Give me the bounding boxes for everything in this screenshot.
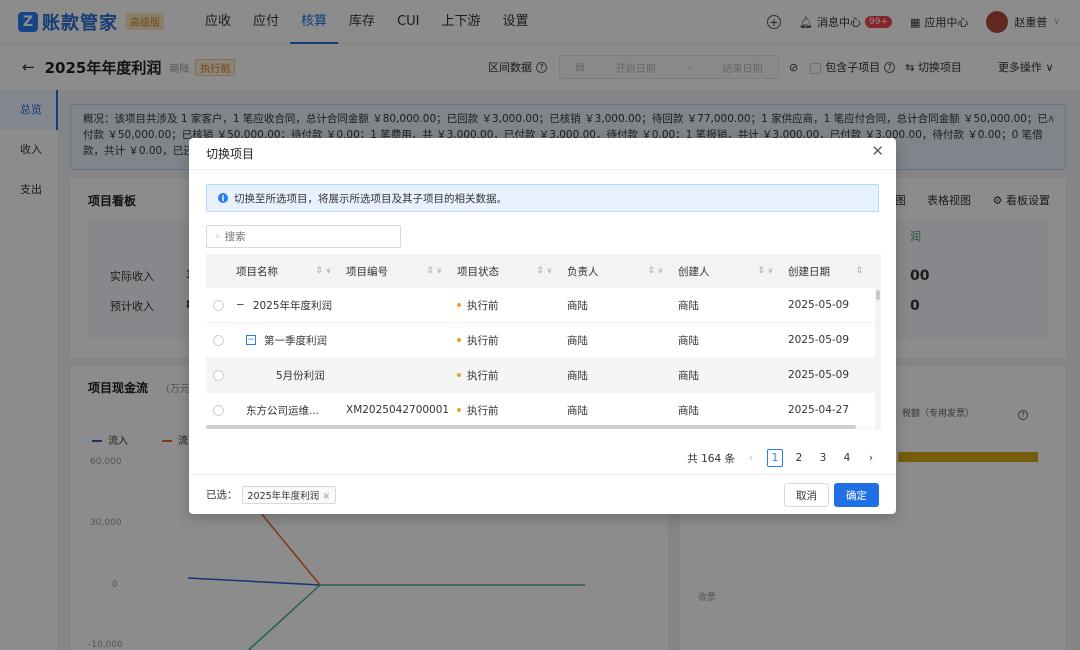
search-input[interactable] (224, 230, 385, 243)
project-name-cell: 东方公司运维... (230, 403, 340, 418)
column-header-project-name[interactable]: 项目名称 ⇕⩛ (230, 264, 340, 279)
project-status: 执行前 (467, 299, 499, 312)
created-date: 2025-05-09 (788, 369, 850, 381)
project-status: 执行前 (467, 404, 499, 417)
selected-project-tag: 2025年年度利润 × (241, 485, 337, 504)
column-label: 项目名称 (236, 265, 278, 278)
column-label: 创建日期 (788, 265, 830, 278)
switch-project-dialog: 切换项目 ✕ i 切换至所选项目，将展示所选项目及其子项目的相关数据。 ⌕ 项目… (189, 138, 896, 514)
prev-page-icon[interactable]: ‹ (743, 449, 759, 467)
page-3[interactable]: 3 (815, 449, 831, 467)
dialog-footer: 已选： 2025年年度利润 × 取消 确定 (189, 474, 896, 514)
project-owner: 商陆 (567, 369, 588, 382)
horizontal-scrollbar[interactable] (206, 425, 856, 429)
search-box[interactable]: ⌕ (206, 225, 401, 248)
sort-icon[interactable]: ⇕ (855, 266, 866, 276)
project-name-cell: − 第一季度利润 (230, 333, 340, 348)
project-status: 执行前 (467, 369, 499, 382)
project-status-cell: 执行前 (451, 333, 561, 348)
cancel-button[interactable]: 取消 (784, 483, 829, 507)
sort-filter-icon[interactable]: ⇕⩛ (536, 266, 555, 276)
project-creator: 商陆 (678, 334, 699, 347)
selected-project-name: 2025年年度利润 (247, 490, 320, 502)
page-4[interactable]: 4 (839, 449, 855, 467)
table-row[interactable]: − 第一季度利润 执行前 商陆 商陆 2025-05-09 (206, 323, 879, 358)
search-icon: ⌕ (215, 231, 221, 242)
row-radio[interactable] (206, 299, 230, 311)
sort-filter-icon[interactable]: ⇕⩛ (426, 266, 445, 276)
project-creator: 商陆 (678, 369, 699, 382)
info-text: 切换至所选项目，将展示所选项目及其子项目的相关数据。 (234, 192, 507, 205)
radio-button[interactable] (212, 334, 224, 346)
info-alert: i 切换至所选项目，将展示所选项目及其子项目的相关数据。 (206, 184, 879, 212)
project-status-cell: 执行前 (451, 403, 561, 418)
project-status-cell: 执行前 (451, 368, 561, 383)
column-label: 项目编号 (346, 265, 388, 278)
project-creator: 商陆 (678, 299, 699, 312)
page-1[interactable]: 1 (767, 449, 783, 467)
column-header-created-date[interactable]: 创建日期 ⇕ (782, 264, 872, 279)
table-row[interactable]: 5月份利润 执行前 商陆 商陆 2025-05-09 (206, 358, 879, 393)
table-row[interactable]: 东方公司运维... XM2025042700001 执行前 商陆 商陆 2025… (206, 393, 879, 428)
column-header-creator[interactable]: 创建人 ⇕⩛ (672, 264, 782, 279)
project-name: 第一季度利润 (264, 334, 327, 347)
info-icon: i (218, 193, 228, 203)
collapse-toggle-icon[interactable]: − (246, 335, 256, 345)
table-header: 项目名称 ⇕⩛ 项目编号 ⇕⩛ 项目状态 ⇕⩛ 负责人 ⇕⩛ 创建人 ⇕⩛ 创建日期 ⇕ (206, 254, 879, 288)
radio-button[interactable] (212, 369, 224, 381)
project-owner: 商陆 (567, 299, 588, 312)
project-name: 5月份利润 (276, 369, 325, 382)
created-date: 2025-05-09 (788, 334, 850, 346)
row-radio[interactable] (206, 369, 230, 381)
project-owner: 商陆 (567, 404, 588, 417)
column-header-project-status[interactable]: 项目状态 ⇕⩛ (451, 264, 561, 279)
total-count: 共 164 条 (687, 452, 735, 465)
project-creator: 商陆 (678, 404, 699, 417)
row-radio[interactable] (206, 404, 230, 416)
status-dot (457, 303, 461, 307)
sort-filter-icon[interactable]: ⇕⩛ (647, 266, 666, 276)
column-header-owner[interactable]: 负责人 ⇕⩛ (561, 264, 672, 279)
sort-filter-icon[interactable]: ⇕⩛ (315, 266, 334, 276)
project-name-cell: −2025年年度利润 (230, 298, 340, 313)
project-name-cell: 5月份利润 (230, 368, 340, 383)
radio-button[interactable] (212, 299, 224, 311)
project-status: 执行前 (467, 334, 499, 347)
page-2[interactable]: 2 (791, 449, 807, 467)
collapse-toggle-icon[interactable]: − (236, 299, 245, 311)
dialog-header: 切换项目 ✕ (189, 138, 896, 170)
radio-button[interactable] (212, 404, 224, 416)
next-page-icon[interactable]: › (863, 449, 879, 467)
created-date: 2025-05-09 (788, 299, 850, 311)
sort-filter-icon[interactable]: ⇕⩛ (757, 266, 776, 276)
scrollbar-thumb[interactable] (876, 290, 880, 300)
created-date: 2025-04-27 (788, 404, 850, 416)
selected-label: 已选： (206, 489, 238, 501)
pagination: 共 164 条 ‹ 1 2 3 4 › (687, 449, 879, 467)
status-dot (457, 338, 461, 342)
project-code: XM2025042700001 (346, 404, 450, 416)
remove-tag-icon[interactable]: × (322, 491, 330, 502)
column-label: 项目状态 (457, 265, 499, 278)
project-table: 项目名称 ⇕⩛ 项目编号 ⇕⩛ 项目状态 ⇕⩛ 负责人 ⇕⩛ 创建人 ⇕⩛ 创建日期 ⇕ −… (206, 254, 879, 430)
column-label: 创建人 (678, 265, 710, 278)
dialog-title: 切换项目 (206, 147, 255, 161)
project-status-cell: 执行前 (451, 298, 561, 313)
project-name: 2025年年度利润 (252, 299, 333, 312)
column-header-project-code[interactable]: 项目编号 ⇕⩛ (340, 264, 451, 279)
status-dot (457, 408, 461, 412)
status-dot (457, 373, 461, 377)
row-radio[interactable] (206, 334, 230, 346)
project-name: 东方公司运维... (246, 404, 320, 417)
column-label: 负责人 (567, 265, 599, 278)
table-row[interactable]: −2025年年度利润 执行前 商陆 商陆 2025-05-09 (206, 288, 879, 323)
confirm-button[interactable]: 确定 (834, 483, 879, 507)
project-owner: 商陆 (567, 334, 588, 347)
close-icon[interactable]: ✕ (871, 144, 884, 159)
vertical-scrollbar[interactable] (875, 254, 881, 430)
